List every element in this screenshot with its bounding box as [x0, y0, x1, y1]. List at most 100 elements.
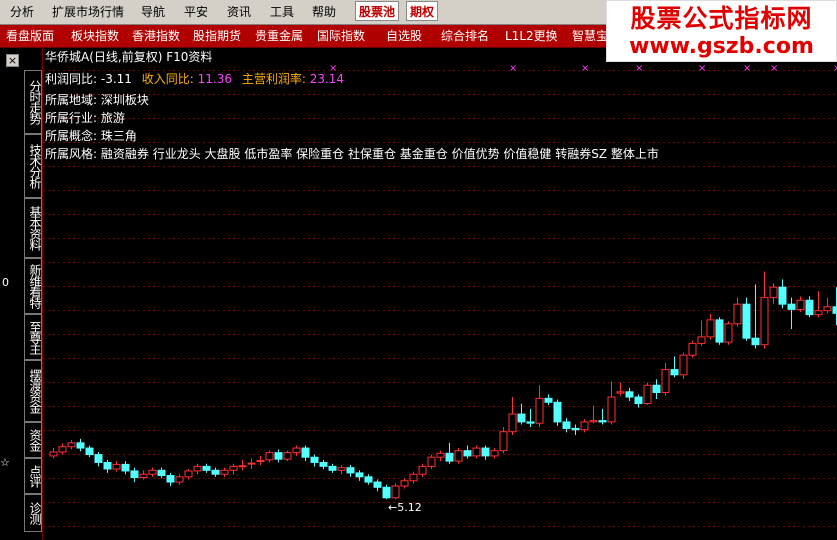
candle: [697, 320, 706, 347]
candle: [643, 382, 652, 405]
menu-navigation[interactable]: 导航: [141, 3, 165, 21]
candle: [238, 459, 247, 471]
menu-tools[interactable]: 工具: [270, 3, 294, 21]
sidetab-technical[interactable]: 技术分析: [24, 134, 42, 198]
sidetab-ferry-funds[interactable]: 摆渡资金: [24, 360, 42, 422]
revenue-value: 11.36: [197, 72, 232, 86]
candle: [445, 442, 454, 464]
menu-pingan[interactable]: 平安: [184, 3, 208, 21]
candle-body: [571, 427, 580, 431]
candle-body: [697, 336, 706, 344]
candle-body: [472, 447, 481, 457]
menu-news[interactable]: 资讯: [227, 3, 251, 21]
menu-extended-market[interactable]: 扩展市场行情: [52, 3, 124, 21]
star-icon: ☆: [0, 456, 10, 469]
low-arrow-icon: ←: [388, 501, 398, 515]
close-icon[interactable]: ×: [6, 54, 19, 67]
sidetab-comment[interactable]: 点评: [24, 458, 42, 494]
candle: [616, 382, 625, 396]
tab-hk-index[interactable]: 香港指数: [132, 28, 180, 44]
candle-body: [310, 456, 319, 463]
sidetab-intraday[interactable]: 分时走势: [24, 70, 42, 134]
candle-body: [157, 469, 166, 477]
candle-body: [580, 421, 589, 431]
event-marker-icon[interactable]: ×: [833, 63, 837, 74]
watermark-title: 股票公式指标网: [630, 4, 813, 33]
tab-intl-index[interactable]: 国际指数: [317, 28, 365, 44]
sidetab-funds[interactable]: 资金: [24, 422, 42, 458]
tab-index-futures[interactable]: 股指期货: [193, 28, 241, 44]
candle-body: [328, 465, 337, 471]
menu-help[interactable]: 帮助: [312, 3, 336, 21]
candle: [175, 474, 184, 485]
event-marker-icon[interactable]: ×: [635, 63, 643, 74]
candle: [184, 468, 193, 480]
tab-l1l2-switch[interactable]: L1L2更换: [505, 28, 558, 44]
candle: [670, 356, 679, 378]
candle-body: [418, 465, 427, 475]
candle: [112, 461, 121, 472]
candle: [706, 313, 715, 340]
candle: [535, 385, 544, 428]
candle-body: [247, 462, 256, 465]
candle-body: [382, 486, 391, 499]
tab-overall-ranking[interactable]: 综合排名: [441, 28, 489, 44]
candle-body: [526, 421, 535, 424]
candle-body: [175, 476, 184, 483]
tab-sector-index[interactable]: 板块指数: [71, 28, 119, 44]
event-marker-icon[interactable]: ×: [698, 63, 706, 74]
candle: [391, 483, 400, 500]
candle-body: [598, 420, 607, 423]
candle-body: [787, 303, 796, 310]
candle: [679, 352, 688, 379]
candle-body: [499, 431, 508, 452]
menu-stock-pool[interactable]: 股票池: [355, 1, 400, 21]
candle: [220, 467, 229, 477]
tab-watch-layout[interactable]: 看盘版面: [6, 28, 54, 44]
tab-watchlist[interactable]: 自选股: [386, 28, 422, 44]
tab-precious-metals[interactable]: 贵重金属: [255, 28, 303, 44]
sidetab-fundamentals[interactable]: 基本资料: [24, 198, 42, 258]
candle-body: [256, 459, 265, 462]
candle: [67, 440, 76, 450]
candle: [580, 419, 589, 433]
kline-chart-area[interactable]: ×××××××× 华侨城A(日线,前复权) F10资料 利润同比: -3.11 …: [42, 48, 837, 540]
event-marker-icon[interactable]: ×: [509, 63, 517, 74]
candle-body: [769, 286, 778, 299]
tab-zhihuibao[interactable]: 智慧宝: [572, 28, 608, 44]
candle-body: [220, 469, 229, 475]
candle: [328, 463, 337, 473]
candle: [508, 397, 517, 435]
candle: [499, 427, 508, 454]
candle-body: [445, 452, 454, 462]
candle-body: [625, 391, 634, 398]
candle-body: [715, 319, 724, 343]
event-marker-icon[interactable]: ×: [581, 63, 589, 74]
candle: [211, 467, 220, 477]
menu-analysis[interactable]: 分析: [10, 3, 34, 21]
menu-options[interactable]: 期权: [406, 1, 439, 21]
candle-body: [166, 475, 175, 483]
candle: [787, 297, 796, 330]
candle-body: [265, 452, 274, 461]
event-marker-icon[interactable]: ×: [743, 63, 751, 74]
concept-label: 所属概念:: [45, 129, 98, 143]
candle-body: [454, 450, 463, 462]
candle-body: [670, 369, 679, 376]
low-price-value: 5.12: [397, 501, 422, 515]
kline-chart[interactable]: ××××××××: [43, 48, 837, 540]
candle-body: [544, 397, 553, 403]
candle: [139, 470, 148, 480]
candle: [778, 279, 787, 309]
sidetab-supreme[interactable]: 至尊主: [24, 314, 42, 360]
sidetab-diagnosis[interactable]: 诊测: [24, 494, 42, 532]
style-line: 所属风格: 融资融券 行业龙头 大盘股 低市盈率 保险重仓 社保重仓 基金重仓 …: [45, 146, 659, 162]
candle: [256, 455, 265, 466]
candle-body: [634, 396, 643, 405]
candle-body: [148, 469, 157, 475]
event-marker-icon[interactable]: ×: [770, 63, 778, 74]
candle-body: [733, 303, 742, 325]
candle: [364, 474, 373, 485]
candle-body: [346, 467, 355, 474]
sidetab-new-dimension[interactable]: 新维看特: [24, 258, 42, 314]
